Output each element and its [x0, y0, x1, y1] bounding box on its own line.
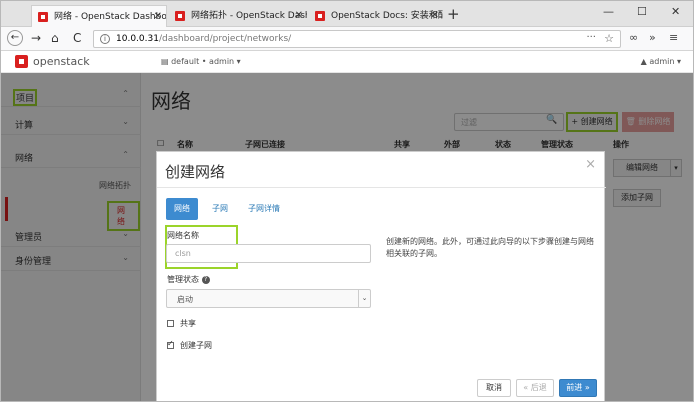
browser-window: 网络 - OpenStack Dashboard ✕ 网络拓扑 - OpenSt…	[0, 0, 694, 402]
brand-name[interactable]: openstack	[33, 55, 90, 68]
admin-state-select[interactable]: 启动 ⌄	[166, 289, 371, 308]
close-tab-icon[interactable]: ✕	[295, 5, 303, 27]
create-subnet-checkbox[interactable]	[167, 339, 174, 349]
close-tab-icon[interactable]: ✕	[154, 6, 162, 27]
overflow-icon[interactable]: »	[649, 31, 656, 44]
openstack-favicon-icon	[38, 12, 48, 22]
openstack-logo-icon[interactable]	[15, 55, 28, 68]
tab-networks[interactable]: 网络 - OpenStack Dashboard ✕	[31, 5, 167, 27]
admin-state-value: 启动	[177, 295, 193, 304]
address-bar[interactable]: i 10.0.0.31/dashboard/project/networks/ …	[93, 30, 621, 48]
bookmark-star-icon[interactable]: ☆	[604, 32, 614, 45]
next-button[interactable]: 前进 »	[559, 379, 597, 397]
tab-network-topology[interactable]: 网络拓扑 - OpenStack Dashb ✕	[169, 5, 307, 27]
tab-network[interactable]: 网络	[166, 198, 198, 220]
minimize-icon[interactable]: —	[603, 5, 614, 18]
close-window-icon[interactable]: ✕	[671, 5, 680, 18]
network-name-input[interactable]: clsn	[166, 244, 371, 263]
help-text: 创建新的网络。此外，可通过此向导的以下步骤创建与网络相关联的子网。	[386, 237, 594, 258]
project-selector[interactable]: ▤ default • admin ▾	[161, 57, 241, 66]
close-tab-icon[interactable]: ✕	[431, 5, 439, 27]
shared-label: 共享	[180, 319, 196, 328]
tab-strip: 网络 - OpenStack Dashboard ✕ 网络拓扑 - OpenSt…	[1, 1, 693, 27]
back-icon[interactable]: ←	[7, 30, 23, 46]
tab-subnet[interactable]: 子网	[204, 198, 236, 220]
url-host: 10.0.0.31	[116, 34, 159, 44]
admin-state-label: 管理状态 ?	[167, 274, 210, 285]
tab-title: OpenStack Docs: 安装和配置	[331, 11, 443, 21]
tab-subnet-details[interactable]: 子网详情	[240, 198, 288, 220]
create-subnet-label: 创建子网	[180, 341, 212, 350]
new-tab-icon[interactable]: +	[447, 5, 460, 23]
openstack-favicon-icon	[315, 11, 325, 21]
navigation-bar: ← → ⌂ C i 10.0.0.31/dashboard/project/ne…	[1, 27, 693, 51]
network-name-label: 网络名称	[167, 231, 199, 240]
shared-checkbox[interactable]	[167, 320, 174, 327]
chevron-down-icon: ⌄	[358, 290, 370, 307]
admin-state-label-text: 管理状态	[167, 275, 199, 284]
tab-title: 网络 - OpenStack Dashboard	[54, 12, 167, 22]
divider	[157, 187, 606, 188]
url-path: /dashboard/project/networks/	[158, 34, 292, 44]
cancel-button[interactable]: 取消	[477, 379, 511, 397]
create-network-modal: 创建网络 × 网络 子网 子网详情 网络名称 clsn 管理状态 ? 启动 ⌄ …	[156, 151, 606, 401]
page-actions-icon[interactable]: ···	[586, 32, 596, 43]
info-icon[interactable]: i	[100, 34, 110, 44]
close-icon[interactable]: ×	[585, 157, 596, 172]
network-name-placeholder: clsn	[175, 249, 191, 258]
modal-title: 创建网络	[165, 163, 226, 181]
back-button[interactable]: « 后退	[516, 379, 554, 397]
help-icon[interactable]: ?	[201, 275, 210, 284]
tab-title: 网络拓扑 - OpenStack Dashb	[191, 11, 307, 21]
maximize-icon[interactable]: ☐	[637, 5, 647, 18]
tab-openstack-docs[interactable]: OpenStack Docs: 安装和配置 ✕	[309, 5, 443, 27]
extension-icon[interactable]: ∞	[629, 31, 638, 44]
openstack-header: openstack ▤ default • admin ▾ ▲ admin ▾	[1, 51, 693, 73]
user-menu[interactable]: ▲ admin ▾	[641, 57, 681, 66]
forward-icon[interactable]: →	[31, 31, 41, 45]
reload-icon[interactable]: C	[73, 31, 81, 45]
openstack-favicon-icon	[175, 11, 185, 21]
url-text: 10.0.0.31/dashboard/project/networks/	[116, 34, 291, 44]
menu-icon[interactable]: ≡	[669, 31, 678, 44]
home-icon[interactable]: ⌂	[51, 31, 59, 45]
